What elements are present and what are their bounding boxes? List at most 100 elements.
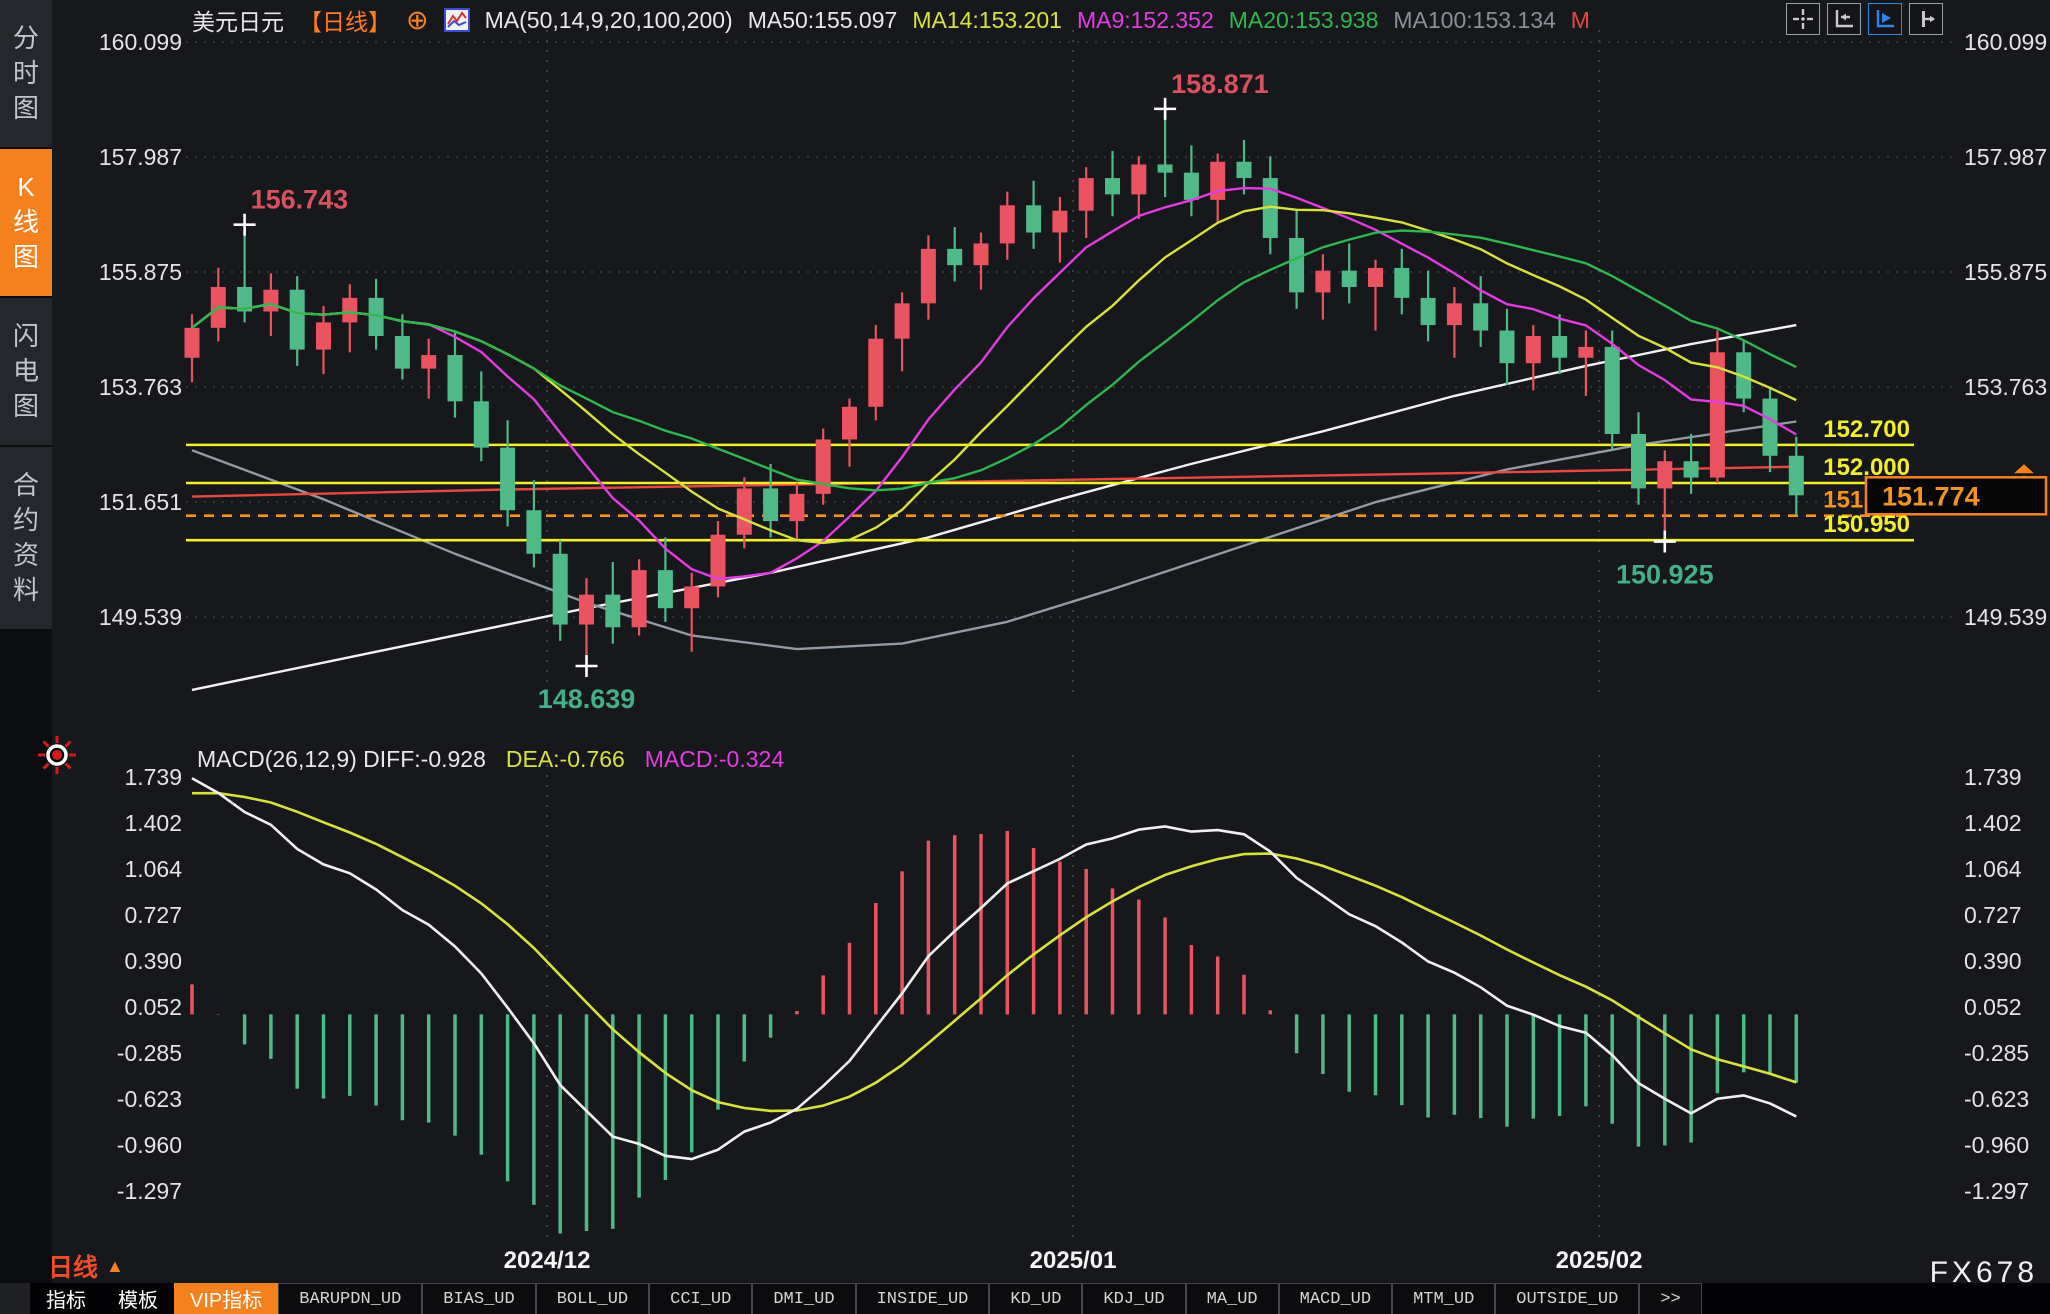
- ma-line-ma100: [192, 422, 1796, 650]
- date-label-2025/02: 2025/02: [1556, 1247, 1643, 1274]
- sidebar-item-char: 约: [13, 503, 39, 538]
- indicator-tabbar: 指标模板VIP指标BARUPDN_UDBIAS_UDBOLL_UDCCI_UDD…: [0, 1283, 2050, 1314]
- sidebar-item-char: 料: [13, 573, 39, 608]
- price-annotation-148.639: 148.639: [538, 655, 636, 714]
- macd-axis-label-right: 0.052: [1964, 994, 2022, 1020]
- bottom-tab-1[interactable]: 模板: [102, 1283, 174, 1314]
- legend-item-2: MA(50,14,9,20,100,200): [485, 7, 733, 34]
- bottom-tab-14[interactable]: OUTSIDE_UD: [1495, 1283, 1639, 1314]
- legend-item-5: MA9:152.352: [1077, 7, 1214, 34]
- macd-legend-item-1: DEA:-0.766: [506, 746, 625, 773]
- tabbar-corner: [0, 1283, 30, 1314]
- sidebar: 分时图K线图闪电图合约资料: [0, 0, 52, 1314]
- price-axis-label-left: 157.987: [99, 144, 182, 170]
- svg-text:158.871: 158.871: [1171, 69, 1269, 99]
- legend-item-4: MA14:153.201: [912, 7, 1062, 34]
- last-price-value: 151.774: [1882, 481, 1980, 511]
- bottom-tab-4[interactable]: BIAS_UD: [422, 1283, 535, 1314]
- bottom-tab-7[interactable]: DMI_UD: [752, 1283, 855, 1314]
- bottom-tab-8[interactable]: INSIDE_UD: [856, 1283, 990, 1314]
- bottom-tab-12[interactable]: MACD_UD: [1279, 1283, 1392, 1314]
- macd-axis-label-right: -0.960: [1964, 1132, 2029, 1158]
- macd-axis-label-right: 1.739: [1964, 764, 2022, 790]
- sidebar-item-char: 图: [13, 240, 39, 275]
- main-chart-legend: 美元日元【日线】⊕MA(50,14,9,20,100,200)MA50:155.…: [192, 4, 1590, 36]
- price-annotation-156.743: 156.743: [234, 185, 349, 236]
- svg-text:150.925: 150.925: [1616, 560, 1714, 590]
- sidebar-item-2[interactable]: 闪电图: [0, 298, 52, 445]
- macd-axis-label-right: 0.390: [1964, 948, 2022, 974]
- axis-scale-play-button[interactable]: [1868, 3, 1902, 35]
- macd-indicator-chart[interactable]: 1.7391.7391.4021.4021.0641.0640.7270.727…: [52, 740, 2050, 1285]
- legend-item-1: 【日线】: [299, 3, 391, 37]
- main-candlestick-chart[interactable]: 160.099160.099157.987157.987155.875155.8…: [52, 0, 2050, 740]
- sidebar-item-1[interactable]: K线图: [0, 149, 52, 296]
- sidebar-item-char: 分: [13, 21, 39, 56]
- bottom-tab-5[interactable]: BOLL_UD: [536, 1283, 649, 1314]
- price-axis-label-right: 157.987: [1964, 144, 2047, 170]
- macd-legend-item-2: MACD:-0.324: [645, 746, 784, 773]
- trading-app: 分时图K线图闪电图合约资料 美元日元【日线】⊕MA(50,14,9,20,100…: [0, 0, 2050, 1314]
- bottom-tab-13[interactable]: MTM_UD: [1392, 1283, 1495, 1314]
- bottom-tab-2[interactable]: VIP指标: [174, 1283, 278, 1314]
- chart-toolbar: [1786, 3, 1943, 35]
- sidebar-item-char: 资: [13, 538, 39, 573]
- sidebar-item-char: 时: [13, 56, 39, 91]
- price-annotation-158.871: 158.871: [1154, 69, 1269, 120]
- macd-axis-label-right: 1.064: [1964, 856, 2022, 882]
- macd-axis-label-left: 1.402: [124, 810, 182, 836]
- macd-axis-label-left: 1.739: [124, 764, 182, 790]
- macd-histogram: [192, 831, 1796, 1234]
- bottom-tab-3[interactable]: BARUPDN_UD: [278, 1283, 422, 1314]
- macd-axis-label-left: -1.297: [117, 1178, 182, 1204]
- macd-diff-line: [192, 778, 1796, 1159]
- price-axis-label-left: 151.651: [99, 489, 182, 515]
- price-axis-label-right: 149.539: [1964, 604, 2047, 630]
- price-axis-label-left: 160.099: [99, 29, 182, 55]
- macd-axis-label-left: 0.052: [124, 994, 182, 1020]
- bottom-tab-0[interactable]: 指标: [30, 1283, 102, 1314]
- target-icon[interactable]: ⊕: [406, 7, 429, 34]
- price-axis-label-left: 155.875: [99, 259, 182, 285]
- bottom-tab-15[interactable]: >>: [1639, 1283, 1701, 1314]
- macd-axis-label-left: 1.064: [124, 856, 182, 882]
- legend-item-6: MA20:153.938: [1229, 7, 1379, 34]
- macd-axis-label-right: -0.623: [1964, 1086, 2029, 1112]
- candles-layer[interactable]: [185, 109, 1804, 666]
- crosshair-icon: [1791, 7, 1815, 31]
- alert-starburst-icon[interactable]: [36, 734, 78, 776]
- crosshair-tool-button[interactable]: [1786, 3, 1820, 35]
- mini-chart-icon[interactable]: [444, 7, 470, 34]
- axis-scale-left-icon: [1832, 7, 1856, 31]
- sidebar-item-0[interactable]: 分时图: [0, 0, 52, 147]
- axis-scale-left-button[interactable]: [1827, 3, 1861, 35]
- ma-line-ma50: [192, 325, 1796, 690]
- sidebar-item-char: K: [17, 170, 34, 205]
- price-axis-label-left: 153.763: [99, 374, 182, 400]
- bottom-tab-10[interactable]: KDJ_UD: [1082, 1283, 1185, 1314]
- bottom-tab-9[interactable]: KD_UD: [989, 1283, 1082, 1314]
- period-up-arrow-icon: ▲: [106, 1256, 124, 1277]
- macd-dea-line: [192, 793, 1796, 1111]
- date-label-2025/01: 2025/01: [1030, 1247, 1117, 1274]
- macd-axis-label-left: -0.960: [117, 1132, 182, 1158]
- date-label-2024/12: 2024/12: [504, 1247, 591, 1274]
- svg-text:156.743: 156.743: [251, 185, 349, 215]
- sidebar-item-char: 电: [13, 354, 39, 389]
- macd-axis-label-left: -0.285: [117, 1040, 182, 1066]
- price-axis-label-left: 149.539: [99, 604, 182, 630]
- sidebar-item-char: 图: [13, 91, 39, 126]
- macd-legend: MACD(26,12,9) DIFF:-0.928DEA:-0.766MACD:…: [197, 744, 784, 774]
- pan-right-button[interactable]: [1909, 3, 1943, 35]
- level-label-152.700: 152.700: [1823, 416, 1910, 443]
- period-label: 日线: [48, 1248, 98, 1284]
- legend-item-0: 美元日元: [192, 3, 284, 37]
- ma-line-ma9: [192, 188, 1796, 579]
- period-selector[interactable]: 日线 ▲: [48, 1248, 124, 1284]
- sidebar-item-3[interactable]: 合约资料: [0, 447, 52, 629]
- macd-axis-label-left: -0.623: [117, 1086, 182, 1112]
- macd-axis-label-left: 0.390: [124, 948, 182, 974]
- bottom-tab-6[interactable]: CCI_UD: [649, 1283, 752, 1314]
- bottom-tab-11[interactable]: MA_UD: [1186, 1283, 1279, 1314]
- sidebar-item-char: 合: [13, 468, 39, 503]
